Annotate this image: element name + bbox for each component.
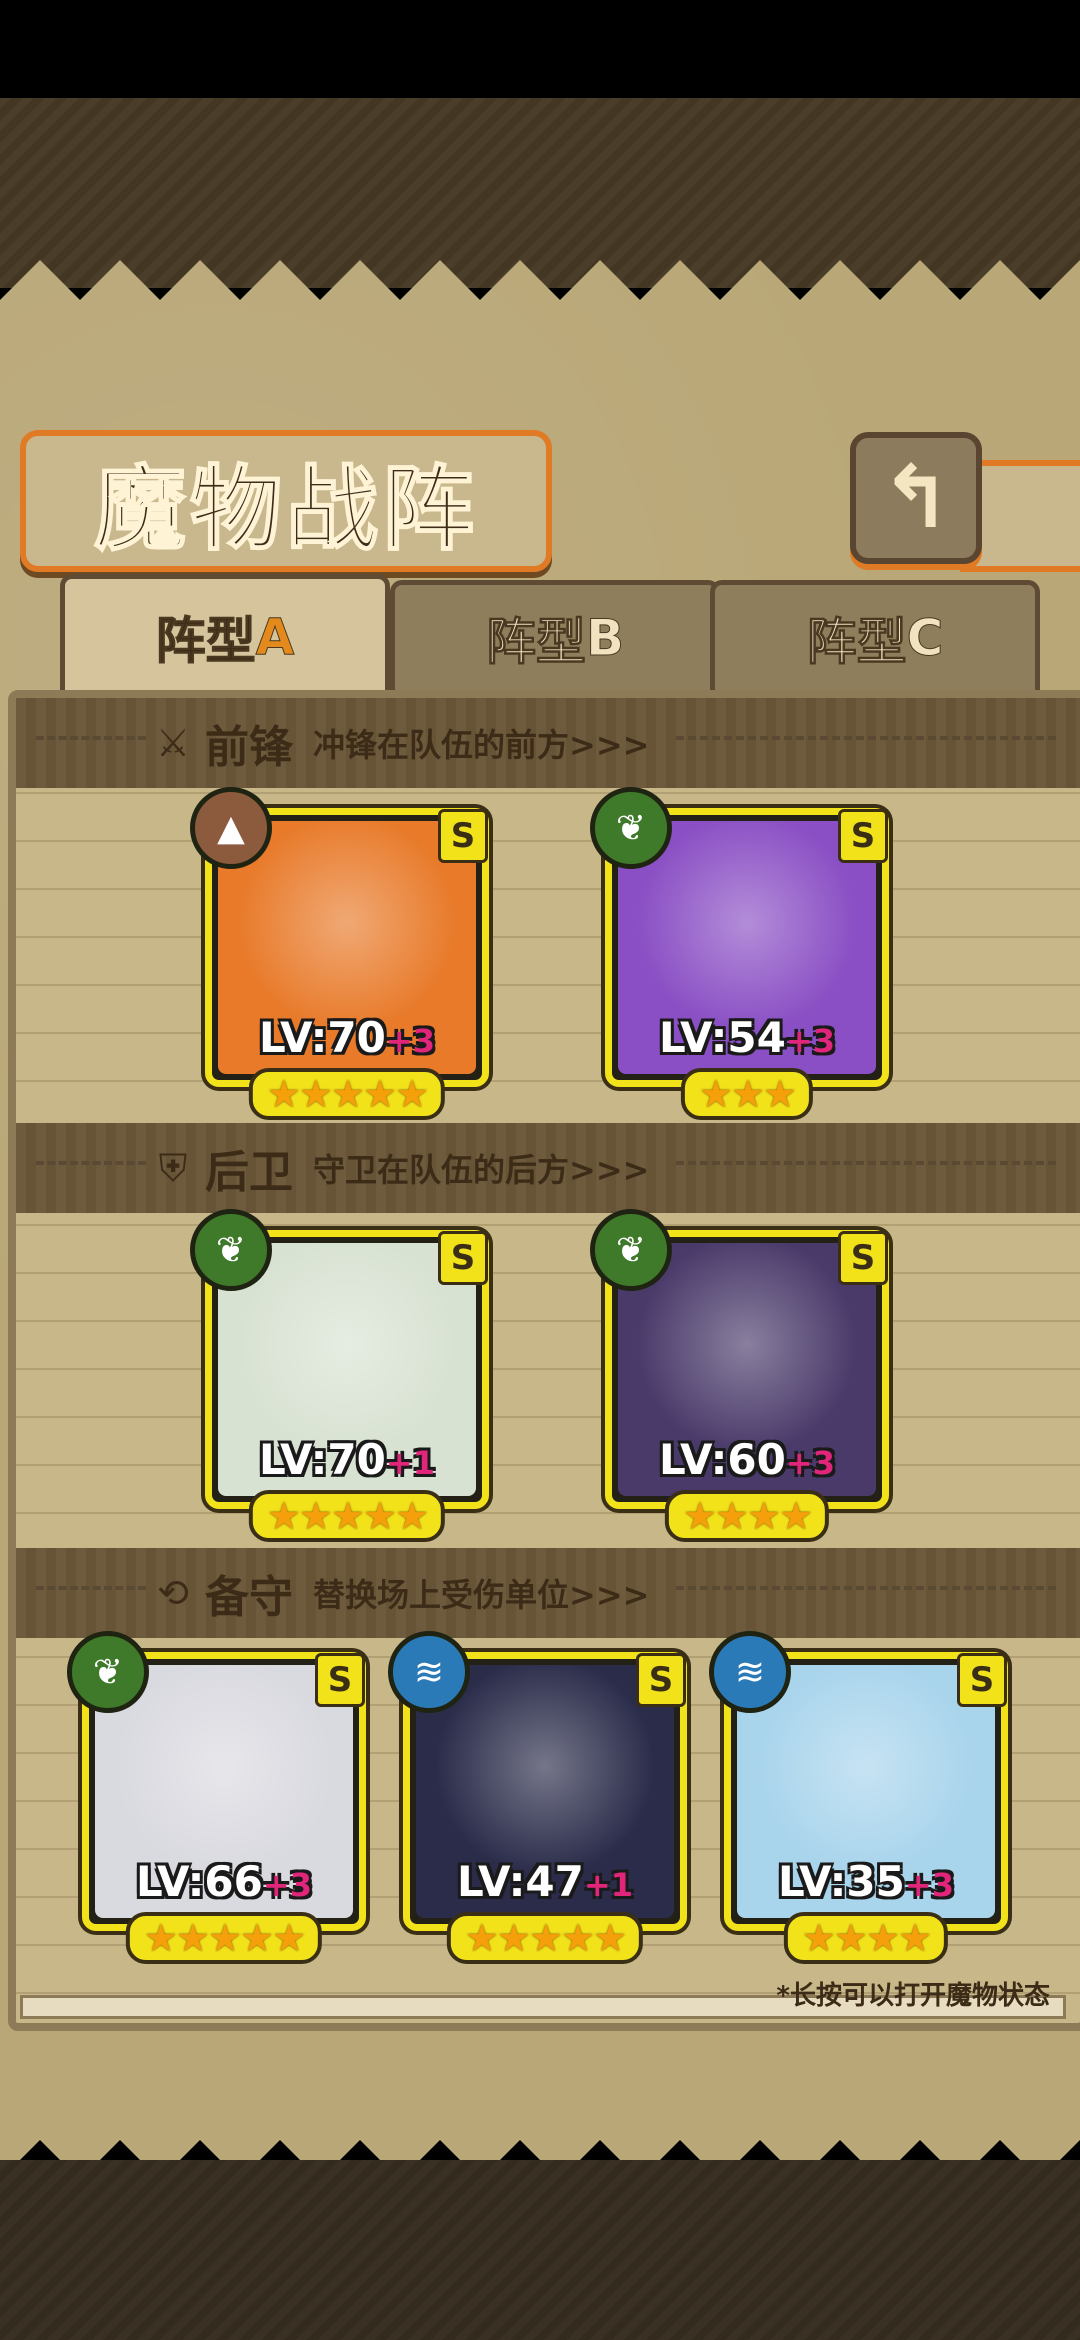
rank-badge: S (315, 1653, 365, 1707)
shield-icon: ⛨ (158, 1145, 188, 1190)
hint-text: *长按可以打开魔物状态 (776, 1981, 1050, 2011)
leaf-element-icon: ❦ (67, 1631, 149, 1713)
page-title: 魔物战阵 (20, 430, 552, 572)
monster-card[interactable]: ≋ S LV:35+3 ★★★★ (709, 1631, 1008, 1964)
star-rating: ★★★★ (664, 1490, 830, 1542)
star-rating: ★★★★★ (125, 1912, 323, 1964)
background-top (0, 98, 1080, 288)
section-title: 后卫 (205, 1147, 293, 1198)
star-rating: ★★★★★ (248, 1068, 446, 1120)
level-label: LV:70+3 (259, 1013, 435, 1062)
section-description: 冲锋在队伍的前方>>> (313, 726, 650, 764)
rank-badge: S (636, 1653, 686, 1707)
star-rating: ★★★★★ (446, 1912, 644, 1964)
rank-badge: S (438, 1231, 488, 1285)
section-header-back: ⛨ 后卫 守卫在队伍的后方>>> (151, 1133, 650, 1203)
sword-icon: ⚔ (155, 721, 191, 765)
water-element-icon: ≋ (388, 1631, 470, 1713)
tab-formation-b[interactable]: 阵型 B (390, 580, 720, 690)
level-label: LV:60+3 (659, 1435, 835, 1484)
tab-label: 阵型 (155, 611, 256, 670)
divider (36, 1161, 146, 1165)
section-title: 前锋 (205, 722, 293, 773)
monster-card[interactable]: ≋ S LV:47+1 ★★★★★ (388, 1631, 687, 1964)
section-title: 备守 (205, 1572, 293, 1623)
monster-card[interactable]: ❦ S LV:66+3 ★★★★★ (67, 1631, 366, 1964)
swap-icon: ⟲ (157, 1571, 189, 1615)
divider (36, 1586, 146, 1590)
rank-badge: S (438, 809, 488, 863)
divider (676, 1586, 1056, 1590)
tab-letter: A (255, 607, 295, 666)
formation-tabs: 阵型 A 阵型 B 阵型 C (20, 574, 1060, 694)
section-header-front: ⚔ 前锋 冲锋在队伍的前方>>> (151, 708, 650, 778)
monster-card[interactable]: ❦ S LV:60+3 ★★★★ (590, 1209, 889, 1542)
monster-card[interactable]: ▲ S LV:70+3 ★★★★★ (190, 787, 489, 1120)
background-bottom (0, 2160, 1080, 2340)
section-description: 守卫在队伍的后方>>> (313, 1151, 650, 1189)
level-label: LV:54+3 (659, 1013, 835, 1062)
level-label: LV:47+1 (457, 1857, 633, 1906)
divider (676, 1161, 1056, 1165)
tab-letter: B (585, 608, 625, 667)
rank-badge: S (957, 1653, 1007, 1707)
leaf-element-icon: ❦ (190, 1209, 272, 1291)
rock-element-icon: ▲ (190, 787, 272, 869)
leaf-element-icon: ❦ (590, 787, 672, 869)
back-button[interactable]: ↰ (850, 432, 982, 564)
star-rating: ★★★★ (783, 1912, 949, 1964)
level-label: LV:70+1 (259, 1435, 435, 1484)
section-description: 替换场上受伤单位>>> (313, 1576, 650, 1614)
tab-letter: C (906, 608, 944, 667)
level-label: LV:66+3 (136, 1857, 312, 1906)
back-arrow-icon: ↰ (879, 448, 953, 548)
divider (36, 736, 146, 740)
tab-formation-c[interactable]: 阵型 C (710, 580, 1040, 690)
star-rating: ★★★ (680, 1068, 814, 1120)
water-element-icon: ≋ (709, 1631, 791, 1713)
rank-badge: S (838, 809, 888, 863)
tab-label: 阵型 (485, 612, 586, 671)
level-label: LV:35+3 (778, 1857, 954, 1906)
monster-card[interactable]: ❦ S LV:54+3 ★★★ (590, 787, 889, 1120)
tab-formation-a[interactable]: 阵型 A (60, 574, 390, 694)
leaf-element-icon: ❦ (590, 1209, 672, 1291)
monster-card[interactable]: ❦ S LV:70+1 ★★★★★ (190, 1209, 489, 1542)
divider (676, 736, 1056, 740)
rank-badge: S (838, 1231, 888, 1285)
tab-label: 阵型 (806, 612, 907, 671)
status-bar (0, 0, 1080, 98)
star-rating: ★★★★★ (248, 1490, 446, 1542)
section-header-reserve: ⟲ 备守 替换场上受伤单位>>> (151, 1558, 649, 1628)
